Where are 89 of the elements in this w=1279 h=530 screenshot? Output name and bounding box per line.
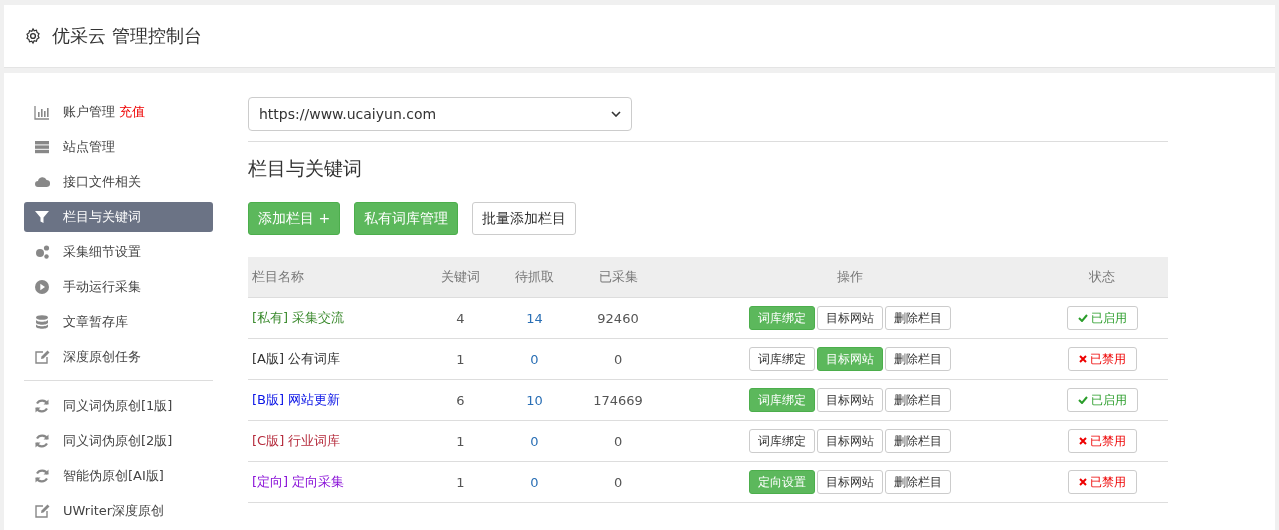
database-icon <box>34 314 50 330</box>
sidebar-item[interactable]: 同义词伪原创[2版] <box>24 426 213 456</box>
table-cell: [B版] 网站更新 <box>252 392 341 407</box>
row-action-button[interactable]: 词库绑定 <box>749 347 816 371</box>
sidebar-label: 同义词伪原创[1版] <box>63 397 173 415</box>
column-header: 待抓取 <box>497 257 572 298</box>
sidebar-item[interactable]: 深度原创任务 <box>24 342 213 372</box>
table-cell: 0 <box>530 351 539 367</box>
status-button[interactable]: 已禁用 <box>1067 429 1137 453</box>
table-cell: 0 <box>613 474 623 490</box>
sidebar-item[interactable]: 账户管理 充值 <box>24 97 213 127</box>
sidebar-label: 栏目与关键词 <box>63 208 141 226</box>
sidebar-item[interactable]: 接口文件相关 <box>24 167 213 197</box>
row-action-button[interactable]: 删除栏目 <box>885 306 952 330</box>
table-cell: 92460 <box>597 310 639 326</box>
sidebar-label: 文章暂存库 <box>63 313 128 331</box>
sidebar-item[interactable]: 文章暂存库 <box>24 307 213 337</box>
status-button[interactable]: 已禁用 <box>1067 347 1137 371</box>
column-header: 状态 <box>1036 257 1168 298</box>
sidebar-item[interactable]: 栏目与关键词 <box>24 202 213 232</box>
table-cell: 0 <box>530 474 539 490</box>
row-action-button[interactable]: 目标网站 <box>817 306 884 330</box>
sidebar-item[interactable]: 智能伪原创[AI版] <box>24 461 213 491</box>
sidebar-label: 站点管理 <box>63 138 115 156</box>
status-button[interactable]: 已启用 <box>1066 306 1138 330</box>
check-icon <box>1077 314 1088 322</box>
row-action-button[interactable]: 目标网站 <box>817 388 884 412</box>
server-icon <box>34 139 50 155</box>
sidebar-item[interactable]: 同义词伪原创[1版] <box>24 391 213 421</box>
section-title: 栏目与关键词 <box>248 156 363 181</box>
edit-icon <box>34 349 50 365</box>
cross-icon <box>1078 355 1087 363</box>
sidebar-label: 采集细节设置 <box>63 243 141 261</box>
table-cell: [定向] 定向采集 <box>252 474 345 489</box>
table-cell: 0 <box>613 351 623 367</box>
table-cell: [C版] 行业词库 <box>252 433 341 448</box>
table-cell: 0 <box>613 433 623 449</box>
row-action-button[interactable]: 删除栏目 <box>885 470 952 494</box>
sidebar-item[interactable]: UWriter深度原创 <box>24 496 213 526</box>
sidebar-label: 智能伪原创[AI版] <box>63 467 164 485</box>
row-action-button[interactable]: 目标网站 <box>817 429 884 453</box>
site-select[interactable]: https://www.ucaiyun.com <box>248 97 632 131</box>
filter-icon <box>34 209 50 225</box>
table-cell: 4 <box>456 310 465 326</box>
table-cell: 1 <box>456 351 465 367</box>
app-title: 优采云 管理控制台 <box>52 24 202 48</box>
row-action-button[interactable]: 删除栏目 <box>885 388 952 412</box>
table-cell: [私有] 采集交流 <box>252 310 345 325</box>
chevron-down-icon <box>611 111 621 117</box>
column-header: 栏目名称 <box>248 257 424 298</box>
table-cell: 0 <box>530 433 539 449</box>
refresh-icon <box>34 433 50 449</box>
edit-icon <box>34 503 50 519</box>
sidebar-label: UWriter深度原创 <box>63 502 165 520</box>
sidebar-item[interactable]: 采集细节设置 <box>24 237 213 267</box>
status-button[interactable]: 已启用 <box>1066 388 1138 412</box>
table-cell: 174669 <box>593 392 643 408</box>
cross-icon <box>1078 478 1087 486</box>
column-header: 操作 <box>664 257 1037 298</box>
row-action-button[interactable]: 删除栏目 <box>885 347 952 371</box>
sidebar-label: 同义词伪原创[2版] <box>63 432 173 450</box>
row-action-button[interactable]: 词库绑定 <box>749 429 816 453</box>
column-header: 已采集 <box>571 257 665 298</box>
row-action-button[interactable]: 目标网站 <box>817 470 884 494</box>
status-button[interactable]: 已禁用 <box>1067 470 1137 494</box>
toolbar-button[interactable]: 批量添加栏目 <box>472 202 577 235</box>
table-cell: 1 <box>456 433 465 449</box>
table-cell: [A版] 公有词库 <box>252 351 341 366</box>
table-cell: 10 <box>526 392 543 408</box>
table-cell: 6 <box>456 392 465 408</box>
sidebar-label: 账户管理 <box>63 103 115 121</box>
refresh-icon <box>34 398 50 414</box>
row-action-button[interactable]: 删除栏目 <box>885 429 952 453</box>
settings-icon <box>24 27 42 45</box>
column-header: 关键词 <box>423 257 498 298</box>
sidebar-item[interactable]: 手动运行采集 <box>24 272 213 302</box>
chart-icon <box>34 104 50 120</box>
check-icon <box>1077 396 1088 404</box>
sidebar-label: 深度原创任务 <box>63 348 141 366</box>
sidebar-item[interactable]: 站点管理 <box>24 132 213 162</box>
cross-icon <box>1078 437 1087 445</box>
table-cell: 14 <box>526 310 543 326</box>
table-cell: 1 <box>456 474 465 490</box>
recharge-link[interactable]: 充值 <box>119 103 145 121</box>
refresh-icon <box>34 468 50 484</box>
sidebar-label: 手动运行采集 <box>63 278 141 296</box>
play-icon <box>34 279 50 295</box>
cloud-icon <box>34 174 50 190</box>
sidebar-label: 接口文件相关 <box>63 173 141 191</box>
